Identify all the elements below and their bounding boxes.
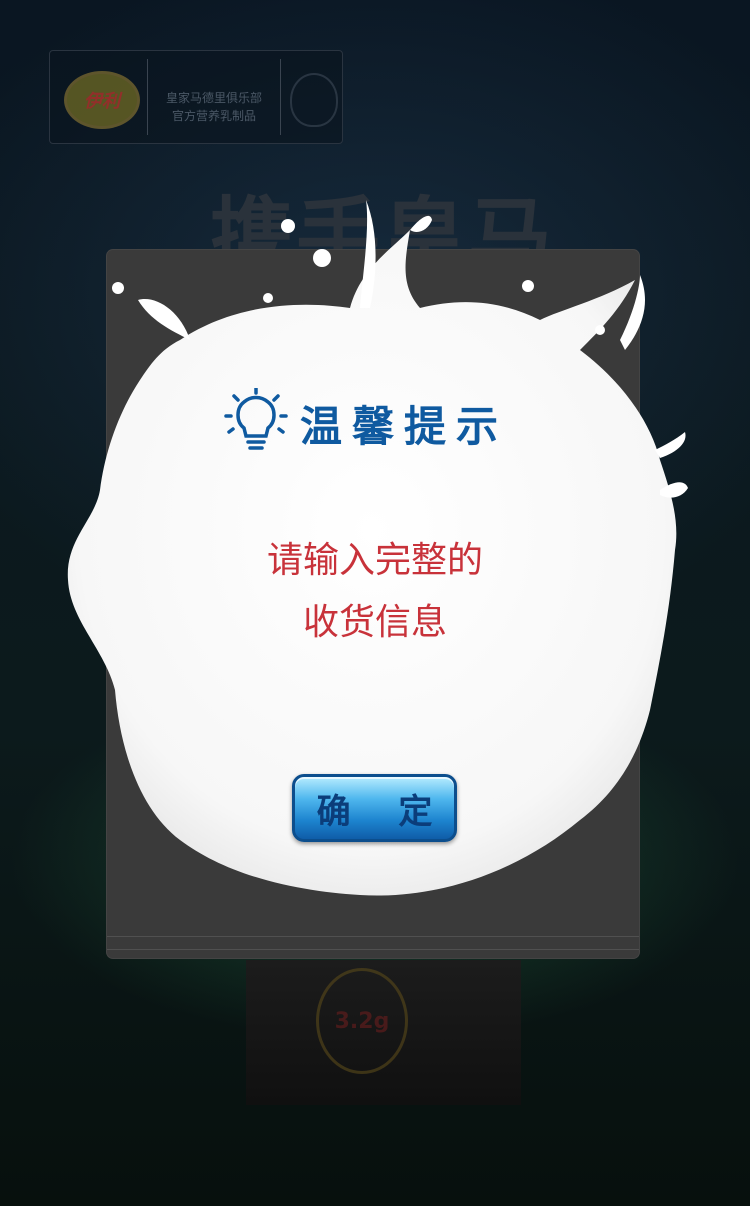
club-line-2: 官方营养乳制品 bbox=[171, 109, 256, 123]
club-line-1: 皇家马德里俱乐部 bbox=[165, 91, 262, 105]
panel-edge bbox=[107, 936, 639, 950]
divider bbox=[147, 59, 148, 135]
dialog-title-text: 温馨提示 bbox=[300, 401, 509, 451]
confirm-button[interactable]: 确 定 bbox=[292, 774, 457, 842]
divider bbox=[280, 59, 281, 135]
club-text: 皇家马德里俱乐部 官方营养乳制品 bbox=[154, 89, 274, 125]
lightbulb-icon bbox=[224, 388, 288, 450]
dialog-title: 温馨提示 bbox=[224, 388, 508, 458]
yili-logo: 伊利 bbox=[64, 71, 140, 129]
dialog-message: 请输入完整的 收货信息 bbox=[175, 530, 575, 654]
message-line-1: 请输入完整的 bbox=[266, 540, 483, 581]
real-madrid-crest-icon bbox=[290, 73, 338, 127]
brand-logo-box: 伊利 皇家马德里俱乐部 官方营养乳制品 bbox=[49, 50, 343, 144]
protein-badge: 3.2g bbox=[316, 968, 408, 1074]
message-line-2: 收货信息 bbox=[302, 602, 447, 643]
